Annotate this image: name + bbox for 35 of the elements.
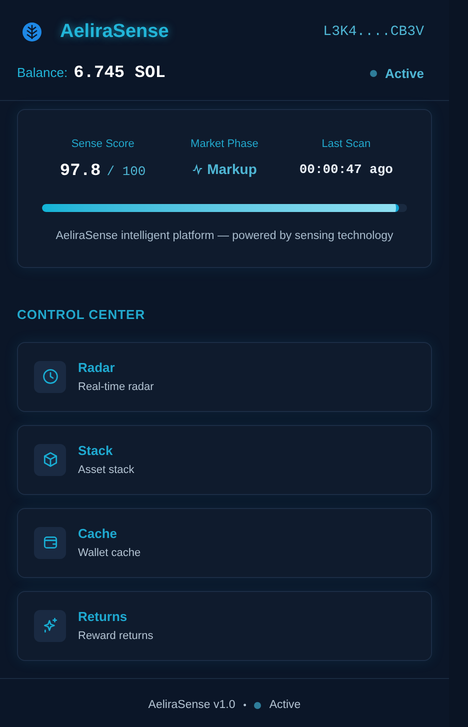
section-title: CONTROL CENTER	[16, 306, 146, 324]
sparkle-icon	[42, 617, 58, 634]
card-subtitle: Asset stack	[78, 463, 134, 478]
clock-icon	[42, 368, 58, 386]
pulse-icon	[192, 164, 204, 174]
menu-card[interactable]: Radar Real-time radar	[17, 342, 432, 412]
brand-name: AeliraSense	[60, 20, 169, 44]
card-title: Returns	[78, 608, 128, 626]
scan-label: Last Scan	[322, 137, 371, 152]
status-label: Active	[384, 64, 424, 82]
phase-label: Market Phase	[190, 137, 258, 152]
card-title: Radar	[78, 358, 116, 377]
menu-card[interactable]: Stack Asset stack	[17, 424, 432, 495]
menu-card[interactable]: Returns Reward returns	[17, 590, 432, 661]
footer-status: Active	[269, 698, 301, 713]
balance-label: Balance:	[17, 64, 68, 82]
scan-value: 00:00:47 ago	[299, 160, 393, 178]
score-value: 97.8	[60, 160, 101, 182]
phase-value: Markup	[207, 160, 257, 179]
footer-separator: •	[243, 698, 246, 712]
card-subtitle: Wallet cache	[78, 546, 141, 562]
card-subtitle: Reward returns	[78, 629, 154, 644]
card-title: Stack	[78, 442, 114, 460]
cube-icon	[42, 451, 58, 468]
score-max: / 100	[106, 162, 146, 180]
score-label: Sense Score	[71, 137, 134, 152]
card-title: Cache	[78, 524, 118, 543]
leaf-logo-icon	[22, 22, 42, 42]
footer-version: AeliraSense v1.0	[148, 698, 236, 713]
balance-value: 6.745 SOL	[74, 62, 166, 84]
wallet-icon	[42, 534, 58, 552]
tagline-text: AeliraSense intelligent platform — powered by sensing technology	[54, 229, 394, 244]
wallet-address[interactable]: L3K4....CB3V	[323, 22, 432, 43]
card-subtitle: Real-time radar	[78, 380, 154, 396]
menu-card[interactable]: Cache Wallet cache	[17, 508, 432, 578]
